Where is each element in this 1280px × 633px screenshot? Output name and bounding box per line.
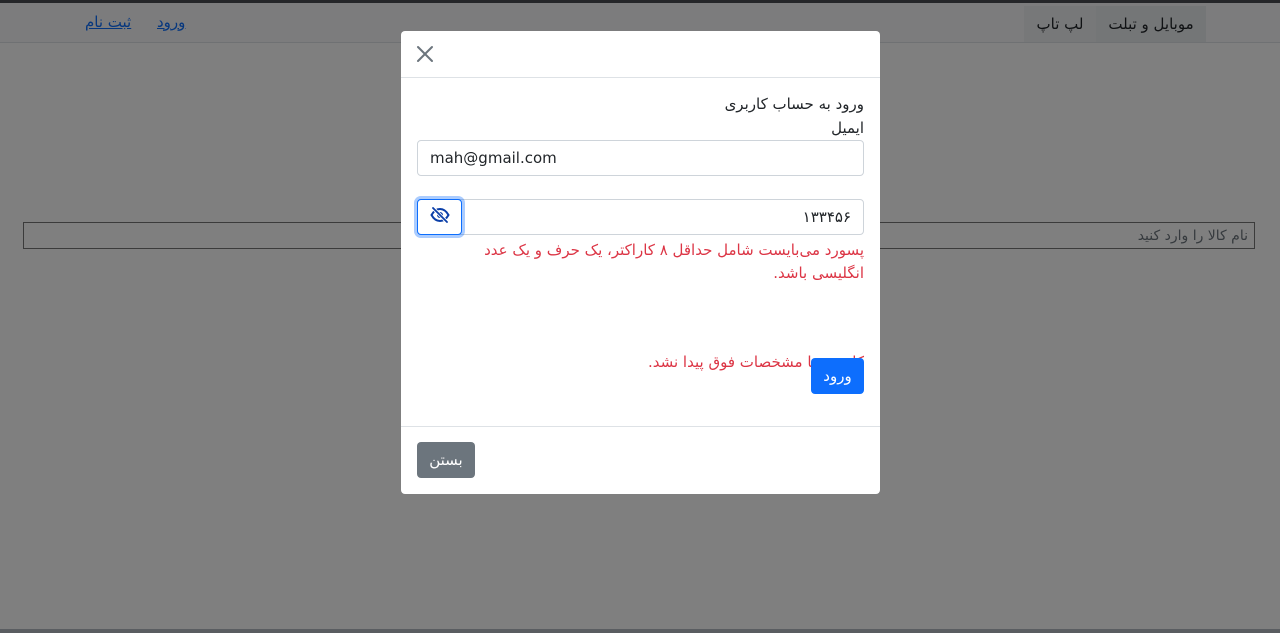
bottom-scrollbar[interactable] — [0, 629, 1280, 633]
login-submit-button[interactable]: ورود — [811, 358, 864, 394]
toggle-password-button[interactable] — [417, 199, 462, 235]
password-field[interactable]: ۱۳۳۴۵۶ — [417, 199, 864, 235]
eye-slash-icon — [429, 206, 450, 227]
email-field[interactable]: mah@gmail.com — [417, 140, 864, 176]
password-error-message: پسورد می‌بایست شامل حداقل ۸ کاراکتر، یک … — [484, 241, 864, 282]
close-icon[interactable] — [415, 44, 435, 64]
modal-body: ورود به حساب کاربری ایمیل mah@gmail.com … — [417, 78, 864, 426]
login-heading: ورود به حساب کاربری — [724, 95, 864, 113]
email-label: ایمیل — [831, 119, 864, 137]
login-modal: ورود به حساب کاربری ایمیل mah@gmail.com … — [401, 31, 880, 494]
close-modal-button[interactable]: بستن — [417, 442, 475, 478]
modal-header — [401, 31, 880, 78]
modal-footer: بستن — [401, 426, 880, 495]
